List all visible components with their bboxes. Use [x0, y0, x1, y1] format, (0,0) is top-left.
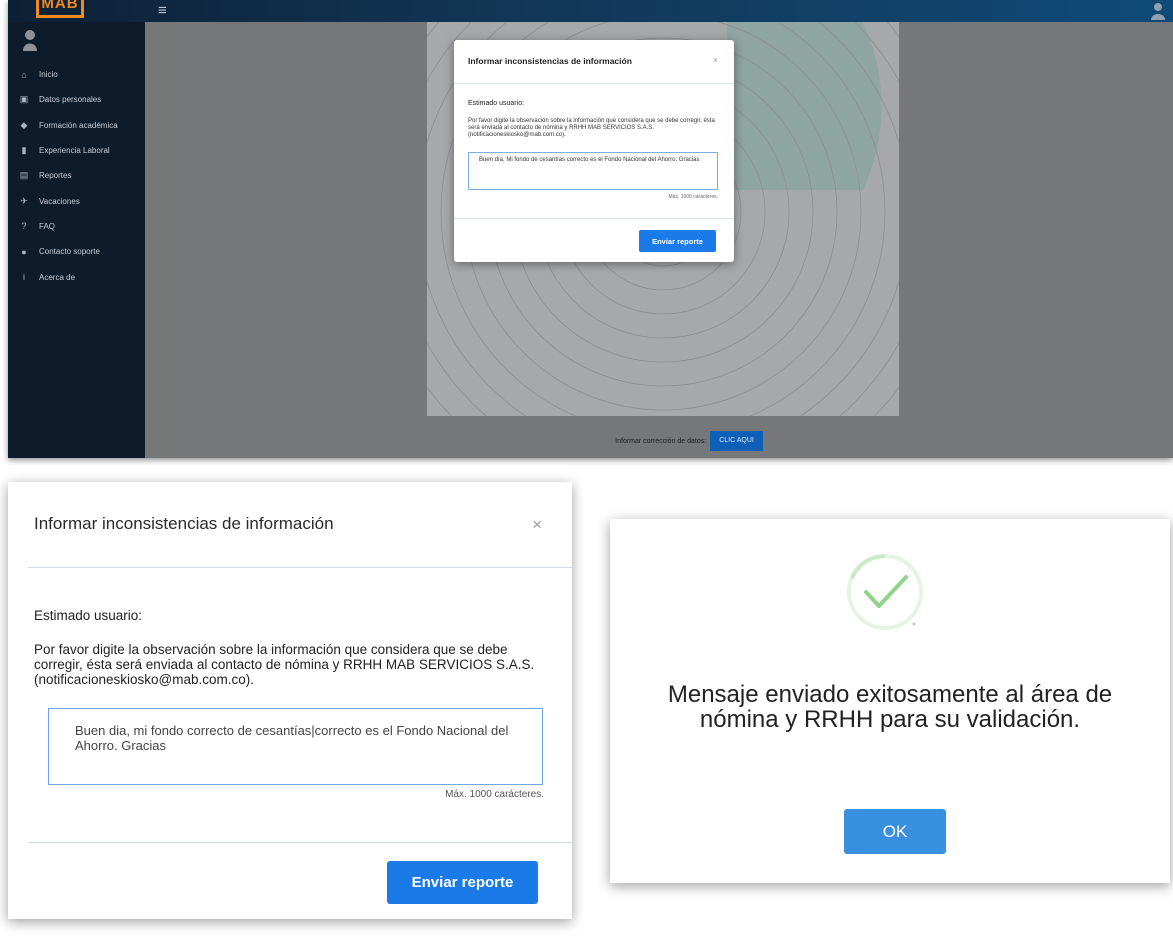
question-icon: ?: [21, 221, 27, 232]
close-icon[interactable]: ×: [532, 515, 542, 535]
profile-avatar-icon: [23, 30, 37, 51]
sidebar-item-label: FAQ: [39, 221, 56, 231]
building-icon: ▮: [21, 145, 27, 156]
sidebar-item[interactable]: ● Contacto soporte: [8, 239, 145, 264]
sidebar-menu: ⌂ Inicio ▣ Datos personales ◆ Formación acadé…: [8, 62, 145, 290]
graduation-cap-icon: ◆: [20, 119, 28, 130]
ok-button[interactable]: OK: [844, 809, 946, 854]
sidebar-item[interactable]: ◆ Formación académica: [8, 113, 145, 138]
send-report-button[interactable]: Enviar reporte: [639, 230, 716, 252]
sidebar-item[interactable]: ▣ Datos personales: [8, 87, 145, 112]
chat-icon: ●: [21, 246, 27, 257]
id-card-icon: ▣: [19, 94, 29, 105]
observation-textarea[interactable]: Buen dia, mi fondo correcto de cesantías…: [48, 708, 543, 785]
modal-title: Informar inconsistencias de información: [468, 56, 632, 66]
check-circle-icon: [847, 554, 923, 630]
sidebar-item[interactable]: ✈ Vacaciones: [8, 188, 145, 213]
sidebar-item[interactable]: i Acerca de: [8, 264, 145, 289]
sidebar-item[interactable]: ▤ Reportes: [8, 163, 145, 188]
sidebar-item-label: Experiencia Laboral: [39, 146, 110, 156]
user-avatar-icon[interactable]: [1151, 2, 1165, 20]
top-navbar: MAB ≡: [8, 0, 1173, 22]
sidebar-item-label: Contacto soporte: [39, 247, 100, 257]
success-modal: Mensaje enviado exitosamente al área de …: [610, 519, 1170, 883]
file-icon: ▤: [19, 170, 29, 181]
modal-title: Informar inconsistencias de información: [34, 514, 334, 533]
correction-bar: Informar corrección de datos: CLIC AQUI: [145, 428, 1173, 454]
sidebar-item-label: Reportes: [39, 171, 72, 181]
correction-label: Informar corrección de datos:: [615, 437, 707, 445]
max-chars-hint: Máx. 1000 carácteres.: [445, 789, 544, 800]
send-report-button[interactable]: Enviar reporte: [387, 861, 538, 904]
sidebar-item-label: Datos personales: [39, 95, 102, 105]
description-text: Por favor digite la observación sobre la…: [34, 642, 535, 687]
sidebar-item[interactable]: ? FAQ: [8, 214, 145, 239]
greeting-text: Estimado usuario:: [468, 100, 525, 107]
observation-textarea[interactable]: Buen día, Mi fondo de cesantías correcto…: [468, 152, 718, 190]
divider: [454, 218, 734, 219]
sidebar-item[interactable]: ⌂ Inicio: [8, 62, 145, 87]
close-icon[interactable]: ×: [713, 55, 718, 65]
app-screenshot: MAB ≡ ⌂ Inicio ▣ Datos personales ◆ Formación…: [8, 0, 1173, 458]
report-modal-small: Informar inconsistencias de información …: [454, 40, 734, 262]
hamburger-menu-icon[interactable]: ≡: [158, 2, 167, 20]
divider: [454, 83, 734, 84]
sidebar: ⌂ Inicio ▣ Datos personales ◆ Formación acadé…: [8, 22, 145, 458]
report-modal: Informar inconsistencias de información …: [8, 482, 572, 919]
sidebar-item-label: Formación académica: [39, 120, 118, 130]
info-icon: i: [23, 272, 25, 283]
plane-icon: ✈: [20, 195, 28, 206]
clic-aqui-button[interactable]: CLIC AQUI: [710, 431, 763, 451]
max-chars-hint: Máx. 1000 carácteres.: [668, 194, 718, 200]
divider: [28, 842, 572, 843]
description-text: Por favor digite la observación sobre la…: [468, 118, 715, 138]
sidebar-item-label: Inicio: [39, 70, 58, 80]
greeting-text: Estimado usuario:: [34, 608, 143, 623]
sidebar-item-label: Acerca de: [39, 272, 76, 282]
success-message: Mensaje enviado exitosamente al área de …: [667, 681, 1113, 733]
sidebar-item-label: Vacaciones: [39, 196, 80, 206]
divider: [28, 567, 572, 568]
mab-logo: MAB: [36, 0, 84, 18]
sidebar-item[interactable]: ▮ Experiencia Laboral: [8, 138, 145, 163]
home-icon: ⌂: [21, 69, 27, 80]
